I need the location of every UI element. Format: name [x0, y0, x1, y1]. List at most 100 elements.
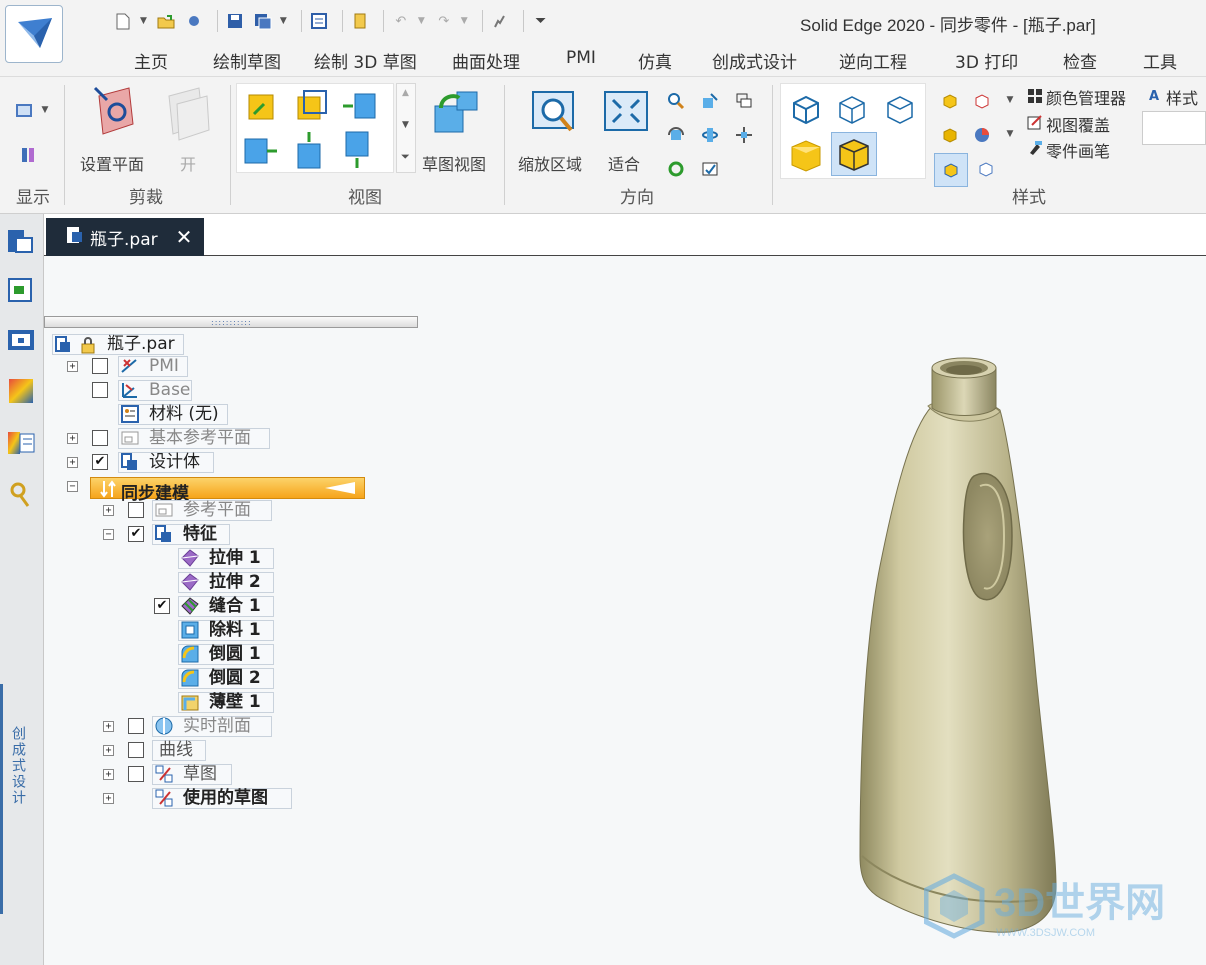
- gallery-more-icon[interactable]: ⏷: [401, 150, 410, 164]
- save-dropdown-icon[interactable]: ▼: [280, 16, 287, 26]
- gallery-down-icon[interactable]: ▼: [402, 120, 409, 130]
- tab-home[interactable]: 主页: [134, 48, 168, 73]
- results-icon[interactable]: [6, 376, 36, 406]
- pan-icon[interactable]: [700, 91, 720, 111]
- view-gallery-scroller[interactable]: ▲ ▼ ⏷: [396, 83, 416, 173]
- tab-pmi[interactable]: PMI: [566, 48, 596, 68]
- report-icon[interactable]: [6, 428, 36, 458]
- ref-planes-checkbox[interactable]: [128, 502, 144, 518]
- undo-icon[interactable]: ↶: [390, 10, 412, 32]
- collapse-sync-modeling-icon[interactable]: −: [67, 481, 78, 492]
- dock-generative-design-label[interactable]: 创成式设计: [8, 726, 28, 806]
- wireframe-style-icon[interactable]: [789, 92, 823, 126]
- view-overlay-icon[interactable]: [1026, 113, 1044, 131]
- undo-dropdown-icon[interactable]: ▼: [418, 16, 425, 26]
- named-views-icon[interactable]: [700, 159, 720, 179]
- style-selector-box[interactable]: [1142, 111, 1206, 145]
- styles-label[interactable]: 样式: [1166, 85, 1198, 109]
- part-painter-icon[interactable]: [1026, 139, 1044, 157]
- view-top-icon[interactable]: [293, 130, 325, 170]
- view-left-icon[interactable]: [243, 134, 279, 168]
- rotate-icon[interactable]: [666, 125, 686, 145]
- live-section-checkbox[interactable]: [128, 718, 144, 734]
- base-checkbox[interactable]: [92, 382, 108, 398]
- tab-sketch[interactable]: 绘制草图: [213, 48, 281, 73]
- save-icon[interactable]: [224, 10, 246, 32]
- rollback-bar-icon[interactable]: [323, 480, 357, 500]
- open-file-icon[interactable]: [155, 10, 177, 32]
- set-plane-icon[interactable]: [90, 83, 142, 143]
- hidden-edges-style-icon[interactable]: [883, 92, 917, 126]
- edge-display-icon[interactable]: [976, 159, 996, 179]
- display-dropdown-icon[interactable]: ▼: [40, 105, 50, 115]
- spin-icon[interactable]: [700, 125, 720, 145]
- expand-design-body-icon[interactable]: +: [67, 457, 78, 468]
- shadow-icon[interactable]: [940, 91, 960, 111]
- view-front-icon[interactable]: [245, 90, 277, 124]
- tree-item-sync-modeling[interactable]: 同步建模: [90, 477, 365, 504]
- sketch-view-label[interactable]: 草图视图: [422, 151, 486, 175]
- set-plane-label[interactable]: 设置平面: [80, 151, 144, 175]
- open-clip-label[interactable]: 开: [180, 151, 196, 175]
- section-display-icon[interactable]: [18, 145, 38, 165]
- base-ref-planes-checkbox[interactable]: [92, 430, 108, 446]
- curves-checkbox[interactable]: [128, 742, 144, 758]
- part-painter-label[interactable]: 零件画笔: [1046, 138, 1110, 162]
- fit-icon[interactable]: [602, 87, 650, 137]
- design-body-checkbox[interactable]: ✔: [92, 454, 108, 470]
- visible-edges-style-icon[interactable]: [835, 92, 869, 126]
- expand-sketches-icon[interactable]: +: [103, 769, 114, 780]
- expand-live-section-icon[interactable]: +: [103, 721, 114, 732]
- zoom-area-icon[interactable]: [530, 87, 578, 137]
- library-icon[interactable]: [6, 326, 36, 356]
- gallery-up-icon[interactable]: ▲: [402, 88, 409, 98]
- view-bottom-icon[interactable]: [341, 130, 373, 170]
- bottle-model[interactable]: [824, 346, 1074, 946]
- clipboard-icon[interactable]: [349, 10, 371, 32]
- graphics-viewport[interactable]: ::::::::::: 瓶子.par + PMI Base 材料 (无) + 基…: [44, 256, 1206, 965]
- expand-ref-planes-icon[interactable]: +: [103, 505, 114, 516]
- background-dropdown-icon[interactable]: ▼: [1004, 127, 1016, 141]
- properties-icon[interactable]: [308, 10, 330, 32]
- expand-curves-icon[interactable]: +: [103, 745, 114, 756]
- previous-view-icon[interactable]: [734, 91, 754, 111]
- zoom-icon[interactable]: [666, 91, 686, 111]
- tab-inspect[interactable]: 检查: [1063, 48, 1097, 73]
- tab-surfacing[interactable]: 曲面处理: [452, 48, 520, 73]
- redo-icon[interactable]: ↷: [433, 10, 455, 32]
- hand-icon[interactable]: [489, 10, 511, 32]
- reflections-icon[interactable]: [940, 125, 960, 145]
- perspective-icon[interactable]: [972, 91, 992, 111]
- tab-3d-print[interactable]: 3D 打印: [955, 48, 1018, 73]
- open-clip-icon[interactable]: [164, 85, 212, 143]
- redo-dropdown-icon[interactable]: ▼: [461, 16, 468, 26]
- display-mode-icon[interactable]: [14, 101, 36, 121]
- view-right-icon[interactable]: [341, 90, 377, 122]
- tab-reverse-engineering[interactable]: 逆向工程: [839, 48, 907, 73]
- shaded-style-icon[interactable]: [787, 136, 825, 174]
- styles-icon[interactable]: A: [1146, 87, 1162, 105]
- document-tab[interactable]: 瓶子.par ✕: [46, 218, 204, 256]
- zoom-area-label[interactable]: 缩放区域: [518, 151, 582, 175]
- fit-label[interactable]: 适合: [608, 151, 640, 175]
- view-overlay-label[interactable]: 视图覆盖: [1046, 112, 1110, 136]
- new-dropdown-icon[interactable]: ▼: [140, 16, 147, 26]
- save-all-icon[interactable]: [252, 10, 274, 32]
- color-manager-label[interactable]: 颜色管理器: [1046, 85, 1126, 109]
- close-tab-icon[interactable]: ✕: [176, 225, 193, 249]
- expand-pmi-icon[interactable]: +: [67, 361, 78, 372]
- tab-simulation[interactable]: 仿真: [638, 48, 672, 73]
- refresh-icon[interactable]: [666, 159, 686, 179]
- path-finder-icon[interactable]: [6, 226, 36, 256]
- new-file-icon[interactable]: [112, 10, 134, 32]
- stitch1-checkbox[interactable]: ✔: [154, 598, 170, 614]
- pmi-checkbox[interactable]: [92, 358, 108, 374]
- expand-base-ref-planes-icon[interactable]: +: [67, 433, 78, 444]
- color-manager-icon[interactable]: [1026, 87, 1044, 105]
- expand-used-sketches-icon[interactable]: +: [103, 793, 114, 804]
- tree-item-base-ref-planes[interactable]: 基本参考平面: [118, 428, 270, 449]
- generative-design-icon[interactable]: [6, 480, 36, 510]
- tab-tools[interactable]: 工具: [1143, 48, 1177, 73]
- silhouette-icon[interactable]: [934, 153, 968, 187]
- customize-qat-icon[interactable]: ⏷: [530, 10, 552, 32]
